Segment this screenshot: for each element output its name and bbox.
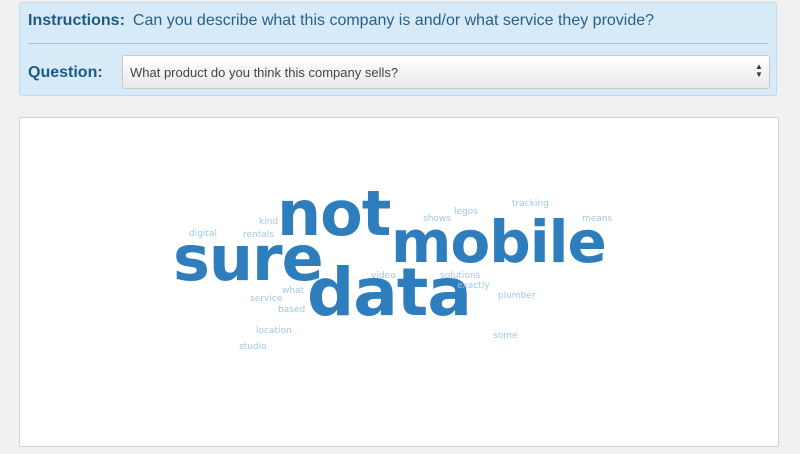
cloud-word-some: some	[493, 331, 518, 341]
cloud-word-solutions: solutions	[440, 271, 481, 281]
cloud-word-service: service	[250, 294, 283, 304]
cloud-word-location: location	[256, 326, 292, 336]
instructions-row: Instructions: Can you describe what this …	[28, 12, 654, 32]
instructions-panel: Instructions: Can you describe what this …	[19, 2, 777, 96]
question-label: Question:	[28, 64, 103, 81]
cloud-word-tracking: tracking	[512, 199, 549, 209]
panel-divider	[28, 43, 768, 44]
cloud-word-based: based	[278, 305, 306, 315]
cloud-word-video: video	[371, 271, 396, 281]
cloud-word-legos: legos	[454, 207, 478, 217]
cloud-word-studio: studio	[239, 342, 267, 352]
cloud-word-kind: kind	[259, 217, 279, 227]
cloud-word-means: means	[582, 214, 613, 224]
cloud-word-digital: digital	[189, 229, 217, 239]
cloud-word-exactly: exactly	[457, 281, 490, 291]
cloud-word-shows: shows	[423, 214, 451, 224]
cloud-word-plumber: plumber	[498, 291, 536, 301]
cloud-word-rentals: rentals	[243, 230, 274, 240]
question-select-value: What product do you think this company s…	[130, 65, 399, 80]
cloud-word-data: data	[307, 254, 472, 331]
cloud-word-what: what	[282, 286, 305, 296]
question-select[interactable]: What product do you think this company s…	[122, 55, 770, 89]
instructions-label: Instructions:	[28, 12, 125, 29]
up-down-arrows-icon: ▲ ▼	[755, 62, 763, 79]
instructions-text: Can you describe what this company is an…	[132, 12, 655, 29]
word-cloud: not mobile sure data kind digital rental…	[19, 117, 779, 447]
